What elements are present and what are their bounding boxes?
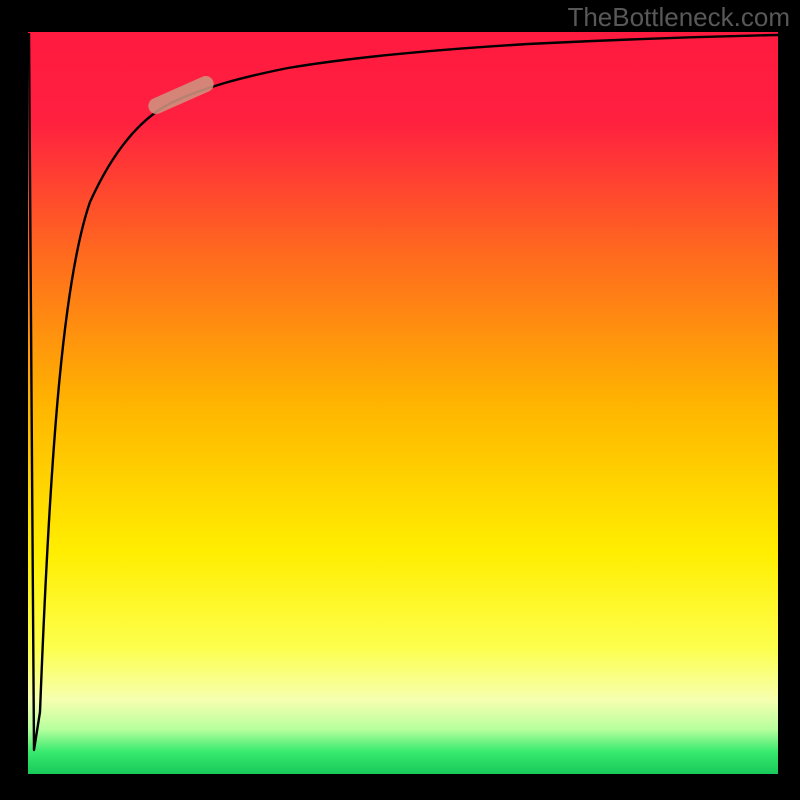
- plot-area: [28, 32, 778, 774]
- curve-marker: [146, 73, 216, 116]
- curve-layer: [28, 32, 778, 774]
- attribution-label: TheBottleneck.com: [567, 2, 790, 33]
- bottleneck-curve: [29, 33, 778, 750]
- chart-frame: TheBottleneck.com: [0, 0, 800, 800]
